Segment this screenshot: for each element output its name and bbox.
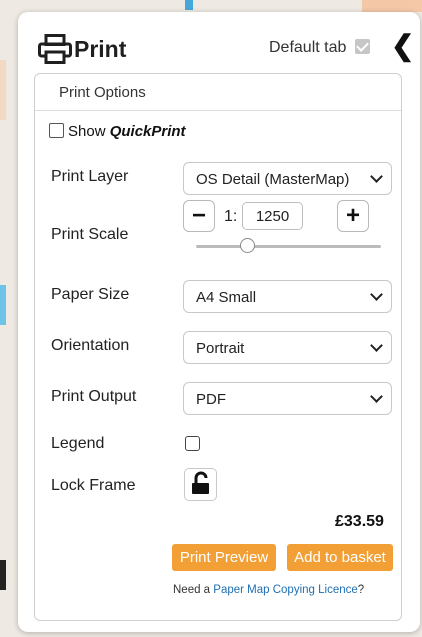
chevron-down-icon <box>370 170 383 183</box>
licence-link[interactable]: Paper Map Copying Licence <box>213 584 357 596</box>
printer-icon <box>38 34 72 64</box>
chevron-down-icon <box>370 339 383 352</box>
print-options-title: Print Options <box>59 84 146 101</box>
paper-size-label: Paper Size <box>51 286 130 303</box>
quickprint-brand: QuickPrint <box>109 123 186 140</box>
print-output-value: PDF <box>196 391 226 408</box>
orientation-value: Portrait <box>196 340 245 357</box>
orientation-label: Orientation <box>51 337 130 354</box>
map-feature <box>0 560 6 590</box>
legend-label: Legend <box>51 435 105 452</box>
scale-input[interactable]: 1250 <box>242 202 303 230</box>
panel-title: Print <box>74 36 127 62</box>
collapse-chevron-icon[interactable]: ❮ <box>391 32 414 60</box>
print-options-header: Print Options <box>35 74 401 111</box>
print-preview-button[interactable]: Print Preview <box>172 544 276 571</box>
scale-slider-thumb[interactable] <box>240 238 255 253</box>
print-options-box: Print Options Show QuickPrint Print Laye… <box>34 73 402 621</box>
lock-frame-label: Lock Frame <box>51 477 136 494</box>
lock-frame-button[interactable] <box>184 468 217 501</box>
paper-size-value: A4 Small <box>196 289 257 306</box>
print-panel: Print Default tab ❮ Print Options Show Q… <box>18 12 420 632</box>
chevron-down-icon <box>370 390 383 403</box>
panel-header: Print Default tab ❮ <box>18 12 420 72</box>
map-feature <box>362 0 422 12</box>
map-feature <box>185 0 193 10</box>
default-tab-checkbox[interactable] <box>355 39 370 54</box>
print-layer-select[interactable]: OS Detail (MasterMap) <box>183 162 392 195</box>
print-scale-label: Print Scale <box>51 226 129 243</box>
price-total: £33.59 <box>335 513 384 530</box>
quickprint-toggle[interactable]: Show QuickPrint <box>49 123 186 140</box>
orientation-select[interactable]: Portrait <box>183 331 392 364</box>
scale-increase-button[interactable]: + <box>337 200 369 232</box>
chevron-down-icon <box>370 288 383 301</box>
licence-suffix: ? <box>357 584 365 596</box>
scale-prefix: 1: <box>224 208 238 225</box>
map-feature <box>0 285 6 325</box>
scale-slider-track[interactable] <box>196 245 381 248</box>
default-tab-label: Default tab <box>269 39 347 56</box>
print-output-label: Print Output <box>51 388 137 405</box>
add-to-basket-button[interactable]: Add to basket <box>287 544 393 571</box>
legend-checkbox[interactable] <box>185 436 200 451</box>
paper-size-select[interactable]: A4 Small <box>183 280 392 313</box>
print-output-select[interactable]: PDF <box>183 382 392 415</box>
print-layer-value: OS Detail (MasterMap) <box>196 171 350 188</box>
quickprint-prefix: Show <box>68 123 110 140</box>
licence-prefix: Need a <box>173 584 214 596</box>
quickprint-checkbox[interactable] <box>49 123 64 138</box>
unlock-icon <box>192 471 209 494</box>
licence-note: Need a Paper Map Copying Licence? <box>173 584 364 596</box>
scale-decrease-button[interactable]: − <box>183 200 215 232</box>
print-layer-label: Print Layer <box>51 168 129 185</box>
